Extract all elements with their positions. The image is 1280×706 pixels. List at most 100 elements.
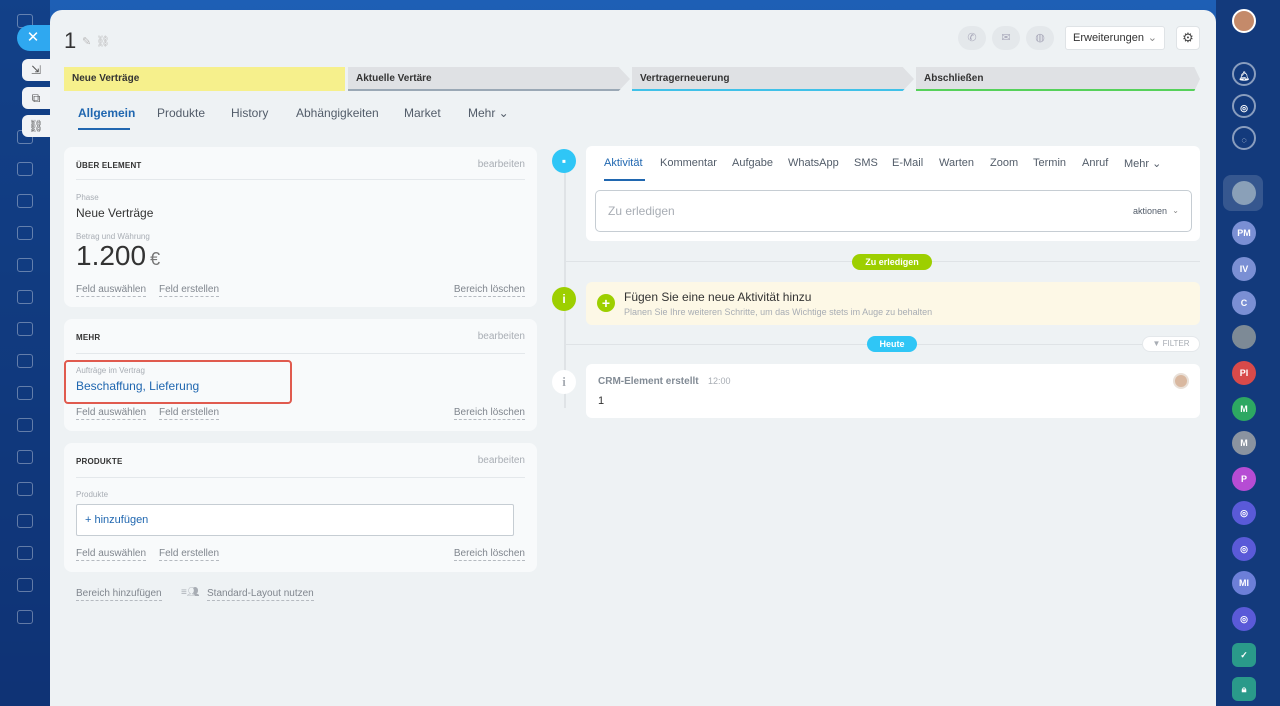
amount-value[interactable]: 1.200 € xyxy=(76,240,160,272)
activity-tab-more[interactable]: Mehr ⌄ xyxy=(1124,157,1161,170)
chat-avatar[interactable]: C xyxy=(1232,291,1256,315)
storage-icon[interactable] xyxy=(17,226,33,240)
chat-icon[interactable]: ◍ xyxy=(1026,26,1054,50)
create-field-link[interactable]: Feld erstellen xyxy=(159,407,220,420)
automation-icon[interactable] xyxy=(17,482,33,496)
todo-pill: Zu erledigen xyxy=(852,254,932,270)
contacts-icon[interactable] xyxy=(17,162,33,176)
select-field-link[interactable]: Feld auswählen xyxy=(76,407,147,420)
close-slider-button[interactable]: ✕ xyxy=(17,25,53,51)
tab-dependencies[interactable]: Abhängigkeiten xyxy=(296,106,379,120)
tab-market[interactable]: Market xyxy=(404,106,441,120)
chat-avatar[interactable]: PM xyxy=(1232,221,1256,245)
tab-history[interactable]: History xyxy=(231,106,268,120)
add-activity-card[interactable]: + Fügen Sie eine neue Aktivität hinzu Pl… xyxy=(586,282,1200,325)
phone-icon[interactable]: ✆ xyxy=(958,26,986,50)
chat-avatar[interactable]: P xyxy=(1232,467,1256,491)
edit-link[interactable]: bearbeiten xyxy=(478,159,525,170)
messages-icon[interactable]: ◌ xyxy=(1232,126,1256,150)
analytics-icon[interactable] xyxy=(17,386,33,400)
select-field-link[interactable]: Feld auswählen xyxy=(76,548,147,561)
stage-current-contracts[interactable]: Aktuelle Vertäre xyxy=(348,67,630,91)
activity-tab[interactable]: Kommentar xyxy=(660,157,717,169)
crm-element-panel: 1 ✎ ⛓ ✆ ✉ ◍ Erweiterungen ⌄ ⚙ Neue Vertr… xyxy=(50,10,1216,706)
notifications-icon[interactable]: 🔔︎ xyxy=(1232,62,1256,86)
layout-icon: ≡👥︎ xyxy=(181,587,200,598)
task-icon[interactable]: ✓ xyxy=(1232,643,1256,667)
delete-section-link[interactable]: Bereich löschen xyxy=(453,548,525,561)
phase-value[interactable]: Neue Verträge xyxy=(76,206,153,220)
copilot-chat-icon[interactable]: ◎ xyxy=(1232,501,1256,525)
standard-layout-link[interactable]: Standard-Layout nutzen xyxy=(207,588,314,601)
crm-icon[interactable] xyxy=(17,418,33,432)
comment-icon: ▪ xyxy=(552,149,576,173)
stage-close[interactable]: Abschließen xyxy=(916,67,1200,91)
groups-icon[interactable] xyxy=(17,578,33,592)
add-product-input[interactable]: + hinzufügen xyxy=(76,504,514,536)
stage-contract-renewal[interactable]: Vertragerneuerung xyxy=(632,67,914,91)
activity-tab[interactable]: Zoom xyxy=(990,157,1018,169)
copilot-chat-icon[interactable]: ◎ xyxy=(1232,537,1256,561)
add-activity-subtitle: Planen Sie Ihre weiteren Schritte, um da… xyxy=(624,307,933,317)
copy-link-icon[interactable]: ⛓ xyxy=(96,35,110,48)
chat-avatar[interactable]: M xyxy=(1232,431,1256,455)
extensions-dropdown[interactable]: Erweiterungen ⌄ xyxy=(1065,26,1165,50)
info-icon: i xyxy=(552,287,576,311)
tasks-icon[interactable] xyxy=(17,354,33,368)
delete-section-link[interactable]: Bereich löschen xyxy=(453,407,525,420)
activity-tab[interactable]: SMS xyxy=(854,157,878,169)
user-avatar[interactable] xyxy=(1232,9,1256,33)
copilot-chat-icon[interactable]: ◎ xyxy=(1232,607,1256,631)
activity-tab[interactable]: E-Mail xyxy=(892,157,923,169)
board-icon[interactable] xyxy=(17,258,33,272)
copilot-icon[interactable]: ◎ xyxy=(1232,94,1256,118)
edit-icon[interactable] xyxy=(17,546,33,560)
select-field-link[interactable]: Feld auswählen xyxy=(76,284,147,297)
divider xyxy=(76,179,525,180)
new-window-icon[interactable]: ⧉ xyxy=(22,87,50,109)
activity-tab[interactable]: WhatsApp xyxy=(788,157,839,169)
tab-general[interactable]: Allgemein xyxy=(78,106,135,120)
activity-tab[interactable]: Aufgabe xyxy=(732,157,773,169)
activity-tab[interactable]: Aktivität xyxy=(604,157,643,169)
activity-tab[interactable]: Warten xyxy=(939,157,974,169)
delete-section-link[interactable]: Bereich löschen xyxy=(453,284,525,297)
activity-tab[interactable]: Anruf xyxy=(1082,157,1108,169)
activity-editor: Aktivität Kommentar Aufgabe WhatsApp SMS… xyxy=(586,146,1200,241)
chat-avatar[interactable]: MI xyxy=(1232,571,1256,595)
create-field-link[interactable]: Feld erstellen xyxy=(159,284,220,297)
info-icon: i xyxy=(552,370,576,394)
calendar-icon[interactable] xyxy=(17,322,33,336)
about-element-card: ÜBER ELEMENT bearbeiten Phase Neue Vertr… xyxy=(64,147,537,307)
market-icon[interactable] xyxy=(17,514,33,528)
edit-link[interactable]: bearbeiten xyxy=(478,331,525,342)
create-field-link[interactable]: Feld erstellen xyxy=(159,548,220,561)
edit-link[interactable]: bearbeiten xyxy=(478,455,525,466)
minimize-icon[interactable]: ⇲ xyxy=(22,59,50,81)
add-section-link[interactable]: Bereich hinzufügen xyxy=(76,588,162,601)
stage-new-contracts[interactable]: Neue Verträge xyxy=(64,67,345,91)
chat-avatar[interactable] xyxy=(1232,325,1256,349)
actions-dropdown[interactable]: aktionen xyxy=(1133,191,1167,231)
activity-tab[interactable]: Termin xyxy=(1033,157,1066,169)
settings-icon[interactable] xyxy=(17,610,33,624)
gear-icon[interactable]: ⚙ xyxy=(1176,26,1200,50)
document-icon[interactable] xyxy=(17,194,33,208)
tab-products[interactable]: Produkte xyxy=(157,106,205,120)
shop-icon[interactable] xyxy=(17,450,33,464)
lock-icon[interactable]: 🔒︎ xyxy=(1232,677,1256,701)
plus-icon[interactable]: + xyxy=(597,294,615,312)
todo-input[interactable]: Zu erledigen aktionen ⌄ xyxy=(595,190,1192,232)
mail-icon[interactable]: ✉ xyxy=(992,26,1020,50)
filter-button[interactable]: ▼ FILTER xyxy=(1142,336,1200,352)
chat-avatar[interactable]: IV xyxy=(1232,257,1256,281)
chat-avatar[interactable]: M xyxy=(1232,397,1256,421)
chat-icon[interactable] xyxy=(17,290,33,304)
chat-avatar[interactable]: PI xyxy=(1232,361,1256,385)
chat-avatar[interactable] xyxy=(1232,181,1256,205)
tab-more[interactable]: Mehr ⌄ xyxy=(468,106,509,120)
author-avatar[interactable] xyxy=(1173,373,1189,389)
edit-title-icon[interactable]: ✎ xyxy=(82,35,91,48)
copy-link-icon[interactable]: ⛓ xyxy=(22,115,50,137)
extensions-label: Erweiterungen xyxy=(1073,32,1144,44)
